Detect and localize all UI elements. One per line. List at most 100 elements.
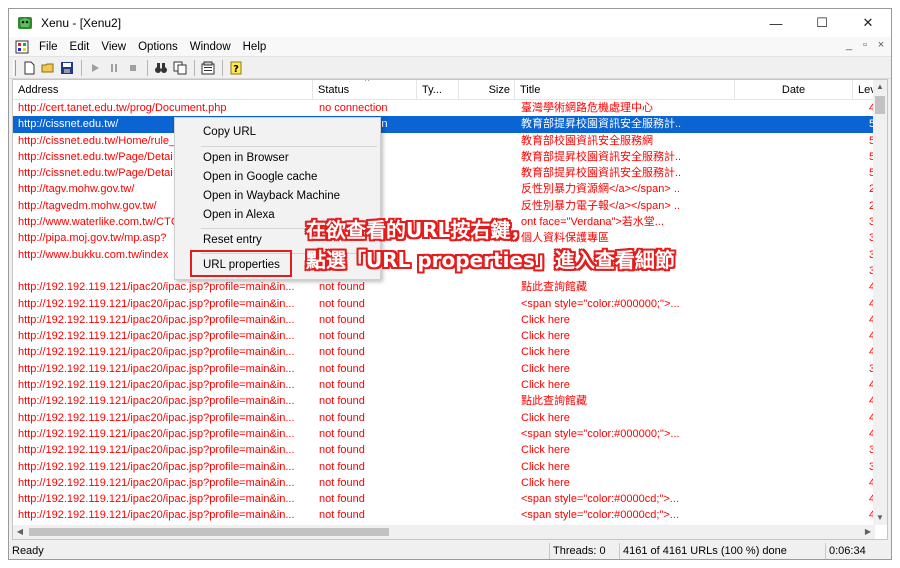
properties-icon[interactable] bbox=[199, 59, 217, 77]
table-row[interactable]: http://192.192.119.121/ipac20/ipac.jsp?p… bbox=[13, 426, 875, 442]
mdi-restore-button[interactable]: ▫ bbox=[859, 39, 871, 51]
vertical-scroll-thumb[interactable] bbox=[875, 96, 885, 114]
address-cell: http://192.192.119.121/ipac20/ipac.jsp?p… bbox=[18, 379, 295, 392]
maximize-button[interactable]: ☐ bbox=[799, 9, 845, 37]
save-disk-icon[interactable] bbox=[58, 59, 76, 77]
address-cell: http://192.192.119.121/ipac20/ipac.jsp?p… bbox=[18, 427, 295, 440]
scroll-left-icon[interactable]: ◀ bbox=[13, 525, 27, 539]
title-cell: Click here bbox=[521, 313, 570, 326]
table-row[interactable]: http://192.192.119.121/ipac20/ipac.jsp?p… bbox=[13, 279, 875, 295]
menu-open-in-alexa[interactable]: Open in Alexa bbox=[203, 206, 275, 224]
title-cell: Click here bbox=[521, 460, 570, 473]
annotation-line-1: 在欲查看的URL按右鍵， bbox=[306, 218, 531, 242]
table-row[interactable]: http://192.192.119.121/ipac20/ipac.jsp?p… bbox=[13, 442, 875, 458]
new-file-icon[interactable] bbox=[20, 59, 38, 77]
table-row[interactable]: http://cissnet.edu.tw/Page/Detai 教育部提昇校園資… bbox=[13, 165, 875, 181]
table-row[interactable]: http://cissnet.edu.tw/Home/rule_ 教育部校園資訊安… bbox=[13, 133, 875, 149]
menu-edit[interactable]: Edit bbox=[64, 41, 96, 53]
menu-copy-url[interactable]: Copy URL bbox=[203, 123, 256, 141]
elapsed-time: 0:06:34 bbox=[825, 543, 891, 559]
address-cell: http://192.192.119.121/ipac20/ipac.jsp?p… bbox=[18, 330, 295, 343]
menu-open-in-google-cache[interactable]: Open in Google cache bbox=[203, 168, 317, 186]
table-row[interactable]: http://tagvedm.mohw.gov.tw/反性別暴力電子報</a><… bbox=[13, 198, 875, 214]
help-question-icon[interactable]: ? bbox=[227, 59, 245, 77]
title-cell: Click here bbox=[521, 411, 570, 424]
table-row[interactable]: http://192.192.119.121/ipac20/ipac.jsp?p… bbox=[13, 491, 875, 507]
title-cell: Click here bbox=[521, 362, 570, 375]
minimize-button[interactable]: — bbox=[753, 9, 799, 37]
copy-icon[interactable] bbox=[171, 59, 189, 77]
table-row[interactable]: http://192.192.119.121/ipac20/ipac.jsp?p… bbox=[13, 459, 875, 475]
table-row[interactable]: http://192.192.119.121/ipac20/ipac.jsp?p… bbox=[13, 328, 875, 344]
table-row[interactable]: http://cissnet.edu.tw/no connection教育部提昇… bbox=[13, 116, 875, 133]
title-cell: <span style="color:#000000;">... bbox=[521, 297, 680, 310]
toolbar-separator bbox=[147, 59, 148, 76]
scroll-up-icon[interactable]: ▲ bbox=[873, 80, 887, 94]
title-cell: Click here bbox=[521, 476, 570, 489]
title-cell: Click here bbox=[521, 444, 570, 457]
table-row[interactable]: http://192.192.119.121/ipac20/ipac.jsp?p… bbox=[13, 296, 875, 312]
table-row[interactable]: http://192.192.119.121/ipac20/ipac.jsp?p… bbox=[13, 507, 875, 523]
xenu-app-icon bbox=[18, 17, 32, 29]
find-binoculars-icon[interactable] bbox=[152, 59, 170, 77]
sort-ascending-icon: ^ bbox=[365, 79, 370, 86]
table-row[interactable]: http://192.192.119.121/ipac20/ipac.jsp?p… bbox=[13, 312, 875, 328]
title-cell: <span style="color:#000000;">... bbox=[521, 427, 680, 440]
menu-file[interactable]: File bbox=[33, 41, 64, 53]
scroll-right-icon[interactable]: ▶ bbox=[861, 525, 875, 539]
vertical-scrollbar[interactable]: ▲ ▼ bbox=[873, 80, 887, 525]
table-row[interactable]: http://192.192.119.121/ipac20/ipac.jsp?p… bbox=[13, 410, 875, 426]
status-cell: not found bbox=[319, 330, 365, 343]
xenu-window: Xenu - [Xenu2] — ☐ ✕ File Edit View Opti… bbox=[8, 8, 892, 560]
table-row[interactable]: http://192.192.119.121/ipac20/ipac.jsp?p… bbox=[13, 361, 875, 377]
column-header-title[interactable]: Title bbox=[515, 80, 735, 100]
menu-view[interactable]: View bbox=[95, 41, 132, 53]
table-row[interactable]: http://192.192.119.121/ipac20/ipac.jsp?p… bbox=[13, 393, 875, 409]
table-row[interactable]: http://tagv.mohw.gov.tw/反性別暴力資源網</a></sp… bbox=[13, 181, 875, 197]
column-header-type[interactable]: Ty... bbox=[417, 80, 459, 100]
menu-options[interactable]: Options bbox=[132, 41, 184, 53]
status-cell: not found bbox=[319, 460, 365, 473]
annotation-line-2: 點選「URL properties」進入查看細節 bbox=[306, 248, 675, 272]
close-button[interactable]: ✕ bbox=[845, 9, 891, 37]
title-cell: 反性別暴力資源網</a></span> ... bbox=[521, 183, 681, 196]
title-cell: 教育部提昇校園資訊安全服務計... bbox=[521, 150, 681, 163]
progress-summary: 4161 of 4161 URLs (100 %) done bbox=[619, 543, 825, 559]
document-window-icon[interactable] bbox=[15, 40, 29, 54]
table-row[interactable]: http://cert.tanet.edu.tw/prog/Document.p… bbox=[13, 100, 875, 116]
list-header: Address Status ^ Ty... Size Title Date L… bbox=[13, 79, 884, 100]
open-folder-icon[interactable] bbox=[39, 59, 57, 77]
column-header-size[interactable]: Size bbox=[459, 80, 515, 100]
menu-open-in-browser[interactable]: Open in Browser bbox=[203, 149, 289, 167]
table-row[interactable]: http://192.192.119.121/ipac20/ipac.jsp?p… bbox=[13, 344, 875, 360]
title-cell: 教育部校園資訊安全服務網 bbox=[521, 134, 653, 147]
pause-icon[interactable] bbox=[105, 59, 123, 77]
table-row[interactable]: http://192.192.119.121/ipac20/ipac.jsp?p… bbox=[13, 475, 875, 491]
column-header-date[interactable]: Date bbox=[735, 80, 853, 100]
table-row[interactable]: http://192.192.119.121/ipac20/ipac.jsp?p… bbox=[13, 377, 875, 393]
status-cell: not found bbox=[319, 362, 365, 375]
play-icon[interactable] bbox=[86, 59, 104, 77]
stop-icon[interactable] bbox=[124, 59, 142, 77]
mdi-close-button[interactable]: × bbox=[875, 39, 887, 51]
title-cell: 反性別暴力電子報</a></span> ... bbox=[521, 199, 681, 212]
toolbar-grip[interactable] bbox=[13, 59, 16, 76]
url-list[interactable]: Address Status ^ Ty... Size Title Date L… bbox=[12, 79, 888, 540]
menu-window[interactable]: Window bbox=[184, 41, 237, 53]
menu-help[interactable]: Help bbox=[237, 41, 273, 53]
horizontal-scroll-thumb[interactable] bbox=[29, 528, 389, 536]
menu-reset-entry[interactable]: Reset entry bbox=[203, 231, 262, 249]
title-cell: 臺灣學術網路危機處理中心 bbox=[521, 102, 653, 114]
toolbar: ? bbox=[9, 57, 891, 79]
status-cell: no connection bbox=[319, 102, 388, 114]
status-cell: not found bbox=[319, 509, 365, 522]
column-header-address[interactable]: Address bbox=[13, 80, 313, 100]
address-cell: http://192.192.119.121/ipac20/ipac.jsp?p… bbox=[18, 281, 295, 294]
menu-open-in-wayback-machine[interactable]: Open in Wayback Machine bbox=[203, 187, 340, 205]
table-row[interactable]: http://cissnet.edu.tw/Page/Detai 教育部提昇校園資… bbox=[13, 149, 875, 165]
scroll-down-icon[interactable]: ▼ bbox=[873, 511, 887, 525]
mdi-minimize-button[interactable]: _ bbox=[843, 39, 855, 51]
title-cell: Click here bbox=[521, 379, 570, 392]
horizontal-scrollbar[interactable]: ◀ ▶ bbox=[13, 525, 875, 539]
address-cell: http://192.192.119.121/ipac20/ipac.jsp?p… bbox=[18, 444, 295, 457]
